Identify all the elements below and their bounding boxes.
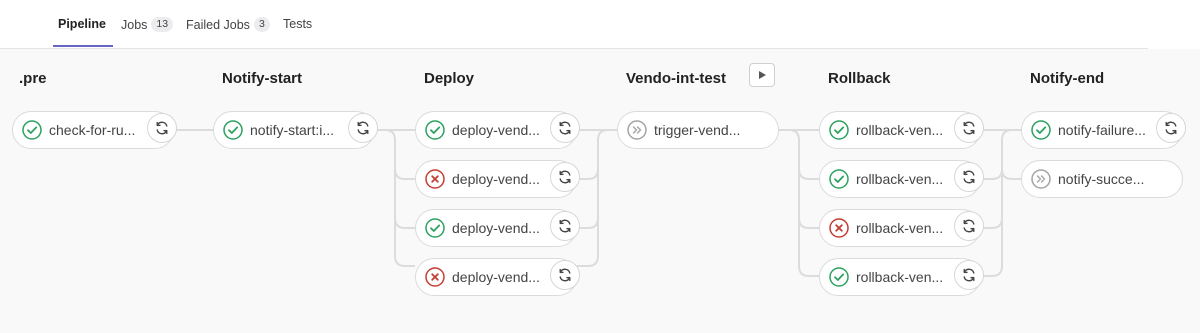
job-name: rollback-ven... [856,269,944,285]
connector-vendo-rollback-2 [798,168,820,180]
retry-button[interactable] [550,211,580,241]
retry-icon [557,267,573,283]
connector-deploy-vendo-3 [577,217,599,229]
job-1-0[interactable]: notify-start:i... [213,111,378,149]
tab-jobs[interactable]: Jobs 13 [121,17,174,32]
retry-button[interactable] [1156,113,1186,143]
play-icon [759,71,766,79]
retry-icon [557,120,573,136]
tab-jobs-label: Jobs [121,17,148,32]
job-4-2[interactable]: rollback-ven... [819,209,984,247]
retry-button[interactable] [348,113,378,143]
job-3-0[interactable]: trigger-vend... [617,111,779,149]
job-name: rollback-ven... [856,171,944,187]
status-success-icon [829,120,849,140]
job-name: notify-succe... [1058,171,1145,187]
retry-button[interactable] [954,211,984,241]
stage-title-deploy: Deploy [424,70,475,87]
retry-icon [1163,120,1179,136]
job-5-0[interactable]: notify-failure... [1021,111,1186,149]
status-skipped-icon [1031,169,1051,189]
pipeline-tabs: Pipeline Jobs 13 Failed Jobs 3 Tests [0,0,1148,49]
tab-failed-jobs[interactable]: Failed Jobs 3 [186,17,270,32]
connector-notify-deploy-2 [394,168,415,180]
retry-icon [557,218,573,234]
connector-rollback-notify-3 [981,217,1003,229]
connector-notify-deploy-3 [394,217,415,229]
retry-button[interactable] [550,113,580,143]
job-name: notify-failure... [1058,122,1146,138]
retry-button[interactable] [954,113,984,143]
play-stage-button[interactable] [749,63,775,87]
job-4-1[interactable]: rollback-ven... [819,160,984,198]
job-name: rollback-ven... [856,122,944,138]
connector-deploy-vendo-merge [577,129,618,267]
jobs-count-badge: 13 [151,17,174,32]
tab-tests-label: Tests [283,17,313,31]
job-4-3[interactable]: rollback-ven... [819,258,984,296]
retry-button[interactable] [954,162,984,192]
job-name: deploy-vend... [452,220,540,236]
status-success-icon [223,120,243,140]
tab-tests[interactable]: Tests [283,17,312,31]
job-2-3[interactable]: deploy-vend... [415,258,580,296]
tab-pipeline[interactable]: Pipeline [58,17,106,31]
job-2-2[interactable]: deploy-vend... [415,209,580,247]
status-failed-icon [425,267,445,287]
failed-jobs-count-badge: 3 [253,17,270,32]
job-name: trigger-vend... [654,122,741,138]
job-name: deploy-vend... [452,122,540,138]
status-success-icon [22,120,42,140]
connector-vendo-rollback-branch [779,129,820,277]
connector-notify-deploy-branch [375,129,415,267]
job-2-1[interactable]: deploy-vend... [415,160,580,198]
job-4-0[interactable]: rollback-ven... [819,111,984,149]
job-name: notify-start:i... [250,122,335,138]
status-failed-icon [829,218,849,238]
tab-pipeline-label: Pipeline [58,17,106,31]
job-name: check-for-ru... [49,122,136,138]
retry-icon [961,169,977,185]
retry-button[interactable] [147,113,177,143]
stage-title-notify-end: Notify-end [1030,70,1105,87]
connector-vendo-rollback-3 [798,217,820,229]
job-5-1[interactable]: notify-succe... [1021,160,1183,198]
stage-title-pre: .pre [19,70,47,87]
job-name: rollback-ven... [856,220,944,236]
stage-connectors [174,129,1022,277]
status-failed-icon [425,169,445,189]
retry-icon [961,120,977,136]
pipeline-graph: .pre Notify-start Deploy Vendo-int-test … [0,49,1200,333]
retry-icon [154,120,170,136]
active-tab-indicator [53,45,113,47]
stage-title-vendo-int-test: Vendo-int-test [626,70,726,87]
job-name: deploy-vend... [452,269,540,285]
tab-failed-jobs-label: Failed Jobs [186,17,250,32]
status-skipped-icon [627,120,647,140]
status-success-icon [425,120,445,140]
connector-rollback-notify-2 [981,168,1003,180]
stage-title-notify-start: Notify-start [222,70,303,87]
job-0-0[interactable]: check-for-ru... [12,111,177,149]
job-name: deploy-vend... [452,171,540,187]
status-success-icon [829,169,849,189]
retry-button[interactable] [550,162,580,192]
retry-icon [557,169,573,185]
retry-button[interactable] [954,260,984,290]
job-2-0[interactable]: deploy-vend... [415,111,580,149]
stage-title-rollback: Rollback [828,70,891,87]
retry-icon [355,120,371,136]
retry-icon [961,267,977,283]
retry-icon [961,218,977,234]
status-success-icon [425,218,445,238]
connector-deploy-vendo-2 [577,168,599,180]
status-success-icon [1031,120,1051,140]
retry-button[interactable] [550,260,580,290]
status-success-icon [829,267,849,287]
connector-rollback-notify-4 [1001,140,1022,180]
